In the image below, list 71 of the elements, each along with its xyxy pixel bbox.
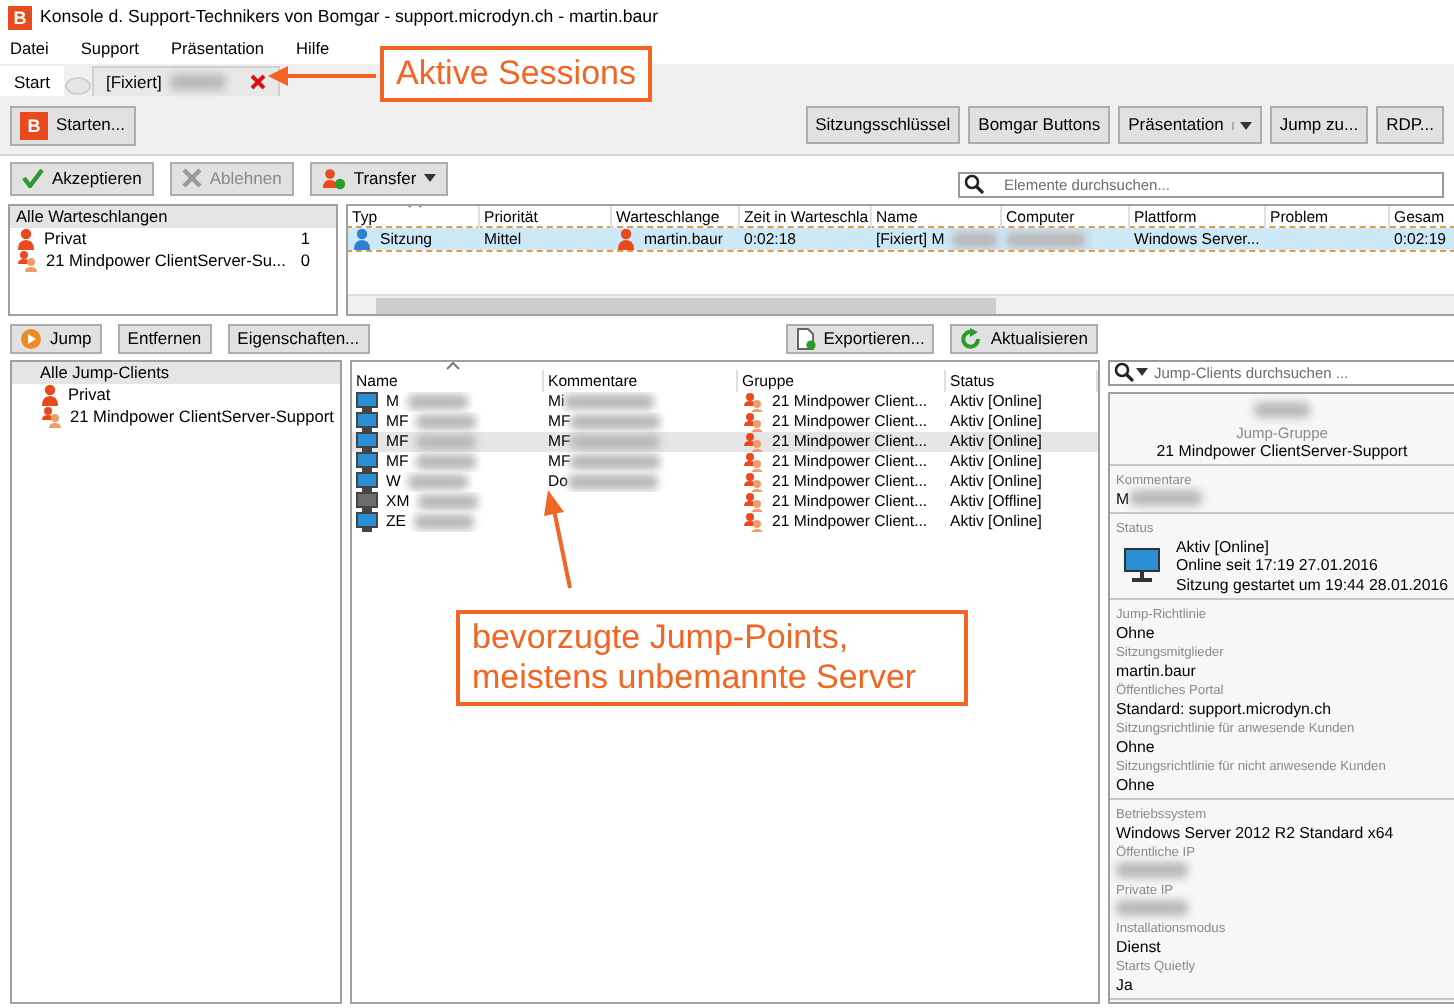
menu-item[interactable]: Support: [80, 38, 139, 60]
group-icon: [742, 452, 764, 472]
toolbar-button[interactable]: Präsentation: [1118, 106, 1262, 144]
search-icon: [964, 173, 984, 193]
toolbar-button[interactable]: Eigenschaften...: [227, 323, 370, 353]
group-icon: [742, 392, 764, 412]
refresh-icon: [960, 327, 983, 349]
toolbar-button[interactable]: Aktualisieren: [950, 323, 1098, 353]
toolbar-button[interactable]: Jump zu...: [1269, 106, 1369, 144]
menu-item[interactable]: Hilfe: [296, 38, 330, 60]
toolbar-button[interactable]: Exportieren...: [785, 323, 935, 353]
sort-icon: [446, 362, 460, 370]
menu-item[interactable]: Datei: [10, 38, 49, 60]
group-icon: [742, 432, 764, 452]
redacted-mark: [564, 394, 655, 410]
x-icon: [181, 168, 202, 188]
toolbar-button[interactable]: Bomgar Buttons: [968, 106, 1111, 144]
group-icon: [40, 406, 62, 428]
person-add-icon: [321, 167, 346, 189]
person-icon: [616, 228, 636, 250]
window-title: Konsole d. Support-Technikers von Bomgar - support.microdyn.ch - martin.baur: [40, 6, 659, 28]
close-icon[interactable]: [249, 74, 266, 90]
callout-label: Aktive Sessions: [380, 46, 652, 102]
redacted-mark: [570, 414, 661, 430]
tab[interactable]: [Fixiert]: [91, 66, 280, 96]
scrollbar[interactable]: [348, 294, 1454, 314]
toolbar-button[interactable]: Akzeptieren: [10, 161, 154, 195]
person-icon: [40, 384, 60, 406]
redacted-mark: [408, 474, 469, 490]
queue-header[interactable]: Alle Warteschlangen: [10, 206, 336, 228]
redacted-mark: [570, 434, 661, 450]
callout-label: bevorzugte Jump-Points, meistens unbemannte Server: [456, 610, 968, 706]
toolbar-button[interactable]: Transfer: [309, 161, 449, 195]
play-icon: [20, 327, 42, 349]
arrow: [544, 490, 576, 590]
group-icon: [742, 412, 764, 432]
redacted-mark: [416, 454, 477, 470]
tree-item[interactable]: 21 Mindpower ClientServer-Support: [70, 406, 334, 428]
group-icon: [742, 472, 764, 492]
group-icon: [16, 250, 38, 272]
tree-item[interactable]: Privat: [68, 384, 111, 406]
redacted-mark: [416, 434, 477, 450]
caret-icon: [1136, 368, 1148, 376]
redacted-mark: [567, 474, 658, 490]
app-logo: B: [8, 5, 32, 29]
redacted-mark: [413, 514, 474, 530]
toolbar-button[interactable]: Sitzungsschlüssel: [805, 106, 961, 144]
queue-count: 1: [300, 228, 310, 250]
toolbar-button[interactable]: Jump: [10, 323, 102, 353]
toolbar-button[interactable]: Entfernen: [117, 323, 212, 353]
check-icon: [22, 168, 44, 188]
search-icon: [1114, 362, 1134, 382]
redacted-mark: [407, 394, 467, 410]
queue-name[interactable]: 21 Mindpower ClientServer-Su...: [46, 250, 293, 272]
app-logo: B: [20, 111, 48, 139]
tree-item[interactable]: Alle Jump-Clients: [12, 362, 340, 384]
toolbar-button[interactable]: RDP...: [1376, 106, 1444, 144]
tab[interactable]: Start: [0, 66, 64, 96]
document-add-icon: [795, 327, 816, 349]
group-icon: [742, 512, 764, 532]
queue-count: 0: [300, 250, 310, 272]
menu-item[interactable]: Präsentation: [170, 38, 265, 60]
person-icon: [16, 228, 36, 250]
person-icon: [352, 228, 372, 250]
redacted-mark: [417, 494, 478, 510]
group-icon: [742, 492, 764, 512]
redacted-mark: [570, 454, 661, 470]
queue-name[interactable]: Privat: [44, 228, 293, 250]
start-button[interactable]: B Starten...: [10, 105, 135, 145]
redacted-mark: [416, 414, 477, 430]
arrow: [268, 66, 380, 86]
